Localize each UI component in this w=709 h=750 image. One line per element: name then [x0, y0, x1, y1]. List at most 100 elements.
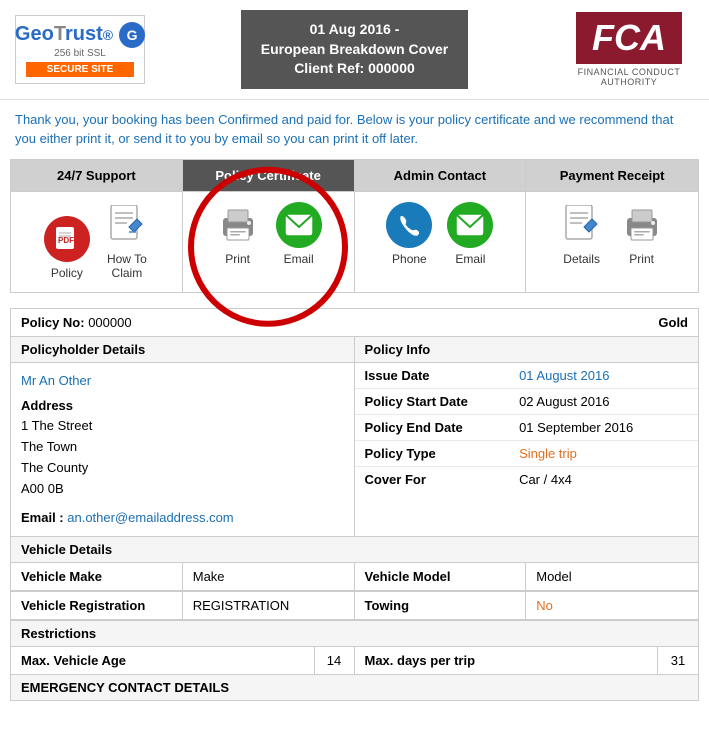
restrictions-section: Restrictions Max. Vehicle Age 14 Max. da… — [11, 621, 698, 675]
vehicle-model-label: Vehicle Model — [355, 563, 527, 590]
claim-svg — [109, 205, 145, 245]
max-days-value: 31 — [658, 647, 698, 674]
address-block: Address 1 The Street The Town The County… — [21, 396, 344, 500]
policy-info-header: Policy Info — [355, 337, 699, 363]
policyholder-content: Mr An Other Address 1 The Street The Tow… — [11, 363, 354, 537]
issue-date-value: 01 August 2016 — [509, 363, 698, 388]
secure-label: SECURE SITE — [26, 62, 134, 77]
email-cert-icon-item[interactable]: Email — [276, 202, 322, 266]
phone-icon-item[interactable]: Phone — [386, 202, 432, 266]
details-icon — [560, 202, 604, 248]
start-date-row: Policy Start Date 02 August 2016 — [355, 389, 699, 415]
policy-section: Policy No: 000000 Gold Policyholder Deta… — [10, 308, 699, 702]
print-payment-icon-item[interactable]: Print — [619, 202, 665, 266]
vehicle-model-value: Model — [526, 563, 698, 590]
policyholder-header: Policyholder Details — [11, 337, 354, 363]
tab-header-payment[interactable]: Payment Receipt — [526, 160, 698, 191]
end-date-row: Policy End Date 01 September 2016 — [355, 415, 699, 441]
vehicle-header: Vehicle Details — [11, 537, 698, 563]
ssl-text: 256 bit SSL — [54, 48, 106, 59]
address-label: Address — [21, 396, 344, 417]
policy-icon-item[interactable]: PDF Policy — [44, 216, 90, 280]
start-date-value: 02 August 2016 — [509, 389, 698, 414]
fca-subtitle: FINANCIAL CONDUCT AUTHORITY — [564, 67, 694, 87]
restrictions-row: Max. Vehicle Age 14 Max. days per trip 3… — [11, 647, 698, 674]
tab-content-policy-cert: Print Email — [183, 192, 355, 292]
cover-label: Cover For — [355, 467, 510, 492]
print-payment-icon — [619, 202, 665, 248]
end-date-value: 01 September 2016 — [509, 415, 698, 440]
phone-label: Phone — [392, 252, 427, 266]
header-middle: 01 Aug 2016 - European Breakdown Cover C… — [241, 10, 469, 89]
print-icon-item[interactable]: Print — [215, 202, 261, 266]
header-line2: European Breakdown Cover — [261, 40, 449, 60]
fca-badge: FCA FINANCIAL CONDUCT AUTHORITY — [564, 12, 694, 87]
email-value: an.other@emailaddress.com — [67, 510, 233, 525]
vehicle-section: Vehicle Details Vehicle Make Make Vehicl… — [11, 537, 698, 621]
restrictions-header: Restrictions — [11, 621, 698, 647]
vehicle-grid-reg: Vehicle Registration REGISTRATION Towing… — [11, 591, 698, 620]
email-cert-label: Email — [284, 252, 314, 266]
max-days-label: Max. days per trip — [355, 647, 659, 674]
cover-value: Car / 4x4 — [509, 467, 698, 492]
printer2-svg — [622, 206, 662, 244]
svg-text:PDF: PDF — [58, 236, 74, 245]
cover-for-row: Cover For Car / 4x4 — [355, 467, 699, 492]
address-line1: 1 The Street — [21, 416, 344, 437]
max-age-value: 14 — [315, 647, 355, 674]
end-date-label: Policy End Date — [355, 415, 510, 440]
tab-header-policy-cert[interactable]: Policy Certificate — [183, 160, 355, 191]
geotrust-icon: G — [119, 22, 145, 48]
pdf-svg: PDF — [53, 225, 81, 253]
tab-content-support: PDF Policy — [11, 192, 183, 292]
email-admin-svg — [456, 214, 484, 236]
policy-type-value: Single trip — [509, 441, 698, 466]
vehicle-make-value: Make — [183, 563, 355, 590]
policy-no-row: Policy No: 000000 Gold — [11, 309, 698, 337]
fca-logo: FCA — [576, 12, 682, 64]
email-admin-icon — [447, 202, 493, 248]
print-payment-label: Print — [629, 252, 654, 266]
phone-svg — [396, 212, 422, 238]
details-label: Details — [563, 252, 600, 266]
issue-date-row: Issue Date 01 August 2016 — [355, 363, 699, 389]
address-line4: A00 0B — [21, 479, 344, 500]
admin-icons-row: Phone Email — [386, 202, 493, 266]
max-age-label: Max. Vehicle Age — [11, 647, 315, 674]
tab-header-support[interactable]: 24/7 Support — [11, 160, 183, 191]
policy-type-label: Policy Type — [355, 441, 510, 466]
claim-doc-icon — [105, 202, 149, 248]
vehicle-reg-label: Vehicle Registration — [11, 592, 183, 619]
how-to-claim-label: How ToClaim — [107, 252, 147, 280]
towing-label: Towing — [355, 592, 527, 619]
policy-cert-icons-row: Print Email — [215, 202, 322, 266]
policy-no-value: 000000 — [88, 315, 131, 330]
page-header: GeoTrust® G 256 bit SSL SECURE SITE 01 A… — [0, 0, 709, 100]
email-admin-label: Email — [455, 252, 485, 266]
confirm-text: Thank you, your booking has been Confirm… — [0, 100, 709, 159]
geotrust-logo: GeoTrust® — [15, 23, 113, 46]
support-icons-row: PDF Policy — [44, 202, 149, 280]
payment-icons-row: Details Print — [560, 202, 665, 266]
geotrust-badge: GeoTrust® G 256 bit SSL SECURE SITE — [15, 15, 145, 84]
how-to-claim-icon-item[interactable]: How ToClaim — [105, 202, 149, 280]
policyholder-name: Mr An Other — [21, 371, 344, 392]
tab-content-payment: Details Print — [526, 192, 698, 292]
details-icon-item[interactable]: Details — [560, 202, 604, 266]
header-line3: Client Ref: 000000 — [261, 59, 449, 79]
email-label: Email : — [21, 510, 64, 525]
header-line1: 01 Aug 2016 - — [261, 20, 449, 40]
email-svg — [285, 214, 313, 236]
policy-grade: Gold — [658, 315, 688, 330]
address-line3: The County — [21, 458, 344, 479]
towing-value: No — [526, 592, 698, 619]
email-row: Email : an.other@emailaddress.com — [21, 508, 344, 529]
info-table: Issue Date 01 August 2016 Policy Start D… — [355, 363, 699, 492]
email-admin-icon-item[interactable]: Email — [447, 202, 493, 266]
policyholder-col: Policyholder Details Mr An Other Address… — [11, 337, 355, 537]
policy-no-label: Policy No: 000000 — [21, 315, 132, 330]
print-label: Print — [225, 252, 250, 266]
tab-header-admin[interactable]: Admin Contact — [355, 160, 527, 191]
start-date-label: Policy Start Date — [355, 389, 510, 414]
policy-pdf-icon: PDF — [44, 216, 90, 262]
